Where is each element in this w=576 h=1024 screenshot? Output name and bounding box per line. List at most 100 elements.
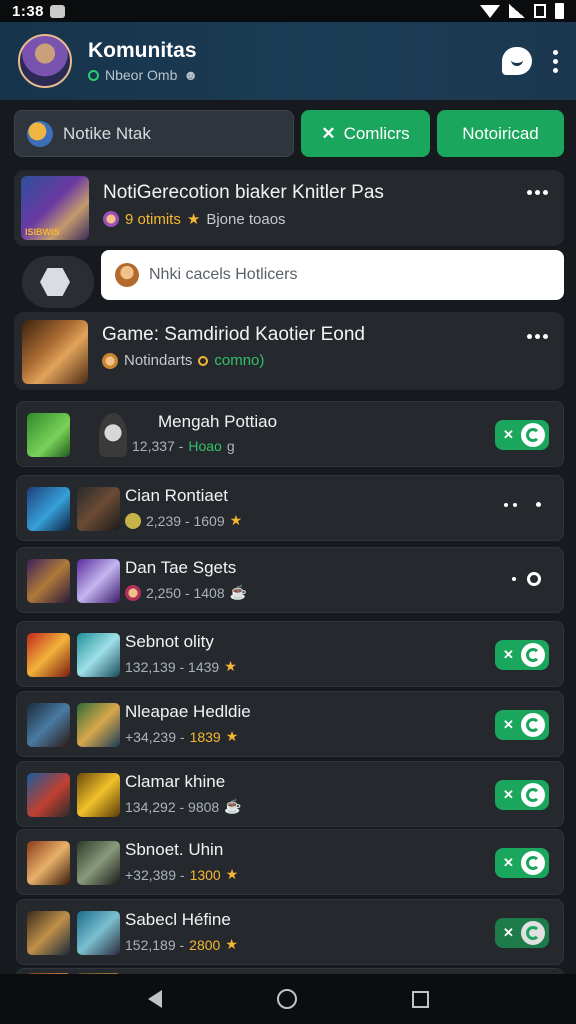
member-avatar <box>27 487 70 531</box>
status-text: Nbeor Omb <box>105 67 178 83</box>
user-icon <box>125 584 141 601</box>
refresh-icon <box>521 713 545 737</box>
member-avatar <box>77 559 120 603</box>
game-logo-icon <box>27 120 53 147</box>
community-avatar[interactable] <box>18 34 72 88</box>
member-meta: +32,389 - 1300 ★ <box>125 866 239 883</box>
user-icon <box>103 211 119 227</box>
member-avatar <box>99 413 127 457</box>
battery-icon <box>555 3 564 19</box>
member-meta: +34,239 - 1839 ★ <box>125 728 239 745</box>
post-menu-icon[interactable] <box>527 334 548 339</box>
member-avatar <box>27 559 70 603</box>
coin-icon <box>198 355 209 366</box>
follow-toggle[interactable]: ✕ <box>495 640 549 670</box>
system-nav-bar <box>0 974 576 1024</box>
post-thumbnail: ISIBWIS <box>21 176 89 240</box>
back-icon[interactable] <box>147 990 162 1008</box>
notification-badge-icon <box>50 4 66 18</box>
member-avatar <box>77 703 120 747</box>
post-meta: 9 otimits ★ Bjone toaos <box>103 210 286 228</box>
settings-icon[interactable] <box>512 572 541 586</box>
close-icon: ✕ <box>321 123 336 143</box>
member-avatar <box>77 841 120 885</box>
recent-apps-icon[interactable] <box>411 990 429 1008</box>
notice-search-pill[interactable]: Notike Ntak <box>14 110 294 157</box>
comments-filter-button[interactable]: ✕ Comlicrs <box>301 110 430 157</box>
status-bar: 1:38 <box>0 0 576 22</box>
member-avatar <box>77 487 120 531</box>
member-name: Sabecl Héfine <box>125 910 231 929</box>
page-title: Komunitas <box>88 39 197 62</box>
refresh-icon <box>521 851 545 875</box>
member-name: Mengah Pottiao <box>158 412 278 431</box>
cup-icon: ☕ <box>224 798 242 814</box>
list-item[interactable]: Mengah Pottiao 12,337 - Hoao g ✕ <box>16 401 564 467</box>
follow-toggle[interactable]: ✕ <box>495 918 549 948</box>
member-name: Nleapae Hedldie <box>125 702 251 721</box>
more-vertical-icon[interactable] <box>552 49 558 73</box>
member-avatar <box>27 703 70 747</box>
signal-icon <box>509 4 525 18</box>
post-meta: Notindarts comno) <box>102 352 264 369</box>
member-name: Sebnot olity <box>125 632 214 651</box>
user-icon <box>125 512 141 529</box>
user-avatar-icon <box>115 263 139 287</box>
post-card[interactable]: Game: Samdiriod Kaotier Eond Notindarts … <box>14 312 564 390</box>
member-avatar <box>27 773 70 817</box>
filter-bar: Notike Ntak ✕ Comlicrs Notoiricad <box>14 110 564 157</box>
post-title: Game: Samdiriod Kaotier Eond <box>102 324 365 345</box>
user-icon <box>102 352 118 369</box>
list-item[interactable]: Sbnoet. Uhin +32,389 - 1300 ★ ✕ <box>16 829 564 895</box>
member-name: Clamar khine <box>125 772 226 791</box>
member-meta: 2,250 - 1408 ☕ <box>125 584 247 601</box>
comment-avatar <box>22 256 94 308</box>
cup-icon: ☕ <box>229 584 248 600</box>
comment-row: Nhki cacels Hotlicers <box>14 250 564 308</box>
online-status: Nbeor Omb ☻ <box>88 67 198 83</box>
sim-icon <box>534 4 546 18</box>
refresh-icon <box>521 423 545 447</box>
member-avatar <box>27 633 70 677</box>
home-icon[interactable] <box>276 989 297 1009</box>
list-item[interactable]: Clamar khine 134,292 - 9808 ☕ ✕ <box>16 761 564 827</box>
member-meta: 2,239 - 1609 ★ <box>125 512 242 529</box>
member-avatar <box>77 633 120 677</box>
loading-icon <box>521 921 545 945</box>
list-item[interactable]: Nleapae Hedldie +34,239 - 1839 ★ ✕ <box>16 691 564 757</box>
post-card[interactable]: ISIBWIS NotiGerecotion biaker Knitler Pa… <box>14 170 564 246</box>
member-meta: 12,337 - Hoao g <box>132 438 235 454</box>
member-meta: 134,292 - 9808 ☕ <box>125 798 242 815</box>
list-item[interactable]: Sebnot olity 132,139 - 1439 ★ ✕ <box>16 621 564 687</box>
member-avatar <box>77 773 120 817</box>
follow-toggle[interactable]: ✕ <box>495 420 549 450</box>
post-thumbnail <box>22 320 88 384</box>
post-menu-icon[interactable] <box>527 190 548 195</box>
member-name: Dan Tae Sgets <box>125 558 237 577</box>
list-item[interactable]: Dan Tae Sgets 2,250 - 1408 ☕ <box>16 547 564 613</box>
refresh-icon <box>521 783 545 807</box>
chat-icon[interactable] <box>502 47 532 75</box>
notifications-filter-button[interactable]: Notoiricad <box>437 110 564 157</box>
wifi-icon <box>480 4 500 18</box>
post-title: NotiGerecotion biaker Knitler Pas <box>103 182 384 203</box>
refresh-icon <box>521 643 545 667</box>
member-avatar <box>27 413 70 457</box>
follow-toggle[interactable]: ✕ <box>495 710 549 740</box>
member-name: Cian Rontiaet <box>125 486 229 505</box>
hexagon-logo-icon <box>40 268 70 296</box>
member-meta: 152,189 - 2800 ★ <box>125 936 238 953</box>
list-item[interactable]: Sabecl Héfine 152,189 - 2800 ★ ✕ <box>16 899 564 965</box>
member-avatar <box>27 841 70 885</box>
online-dot-icon <box>88 69 99 81</box>
people-icon: ☻ <box>183 67 199 83</box>
list-item[interactable]: Cian Rontiaet 2,239 - 1609 ★ <box>16 475 564 541</box>
row-menu-icon[interactable] <box>504 502 541 507</box>
star-icon: ★ <box>186 211 201 228</box>
follow-toggle[interactable]: ✕ <box>495 848 549 878</box>
follow-toggle[interactable]: ✕ <box>495 780 549 810</box>
comment-input[interactable]: Nhki cacels Hotlicers <box>101 250 564 300</box>
member-meta: 132,139 - 1439 ★ <box>125 658 237 675</box>
app-bar: Komunitas Nbeor Omb ☻ <box>0 22 576 100</box>
member-avatar <box>77 911 120 955</box>
